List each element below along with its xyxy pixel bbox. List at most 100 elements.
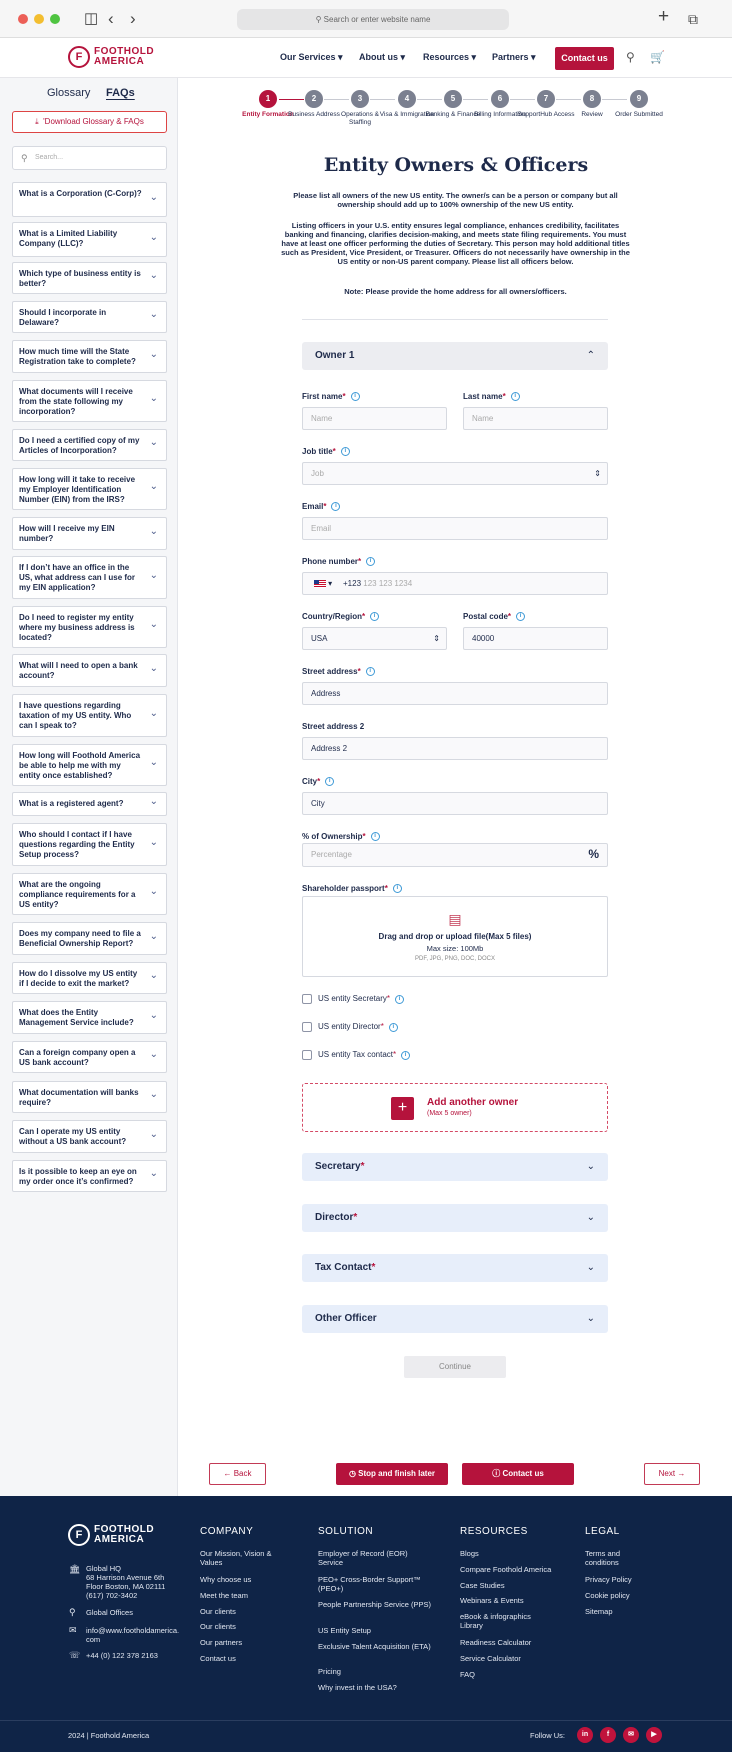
faq-item[interactable]: Does my company need to file a Beneficia…	[12, 922, 167, 955]
faq-item[interactable]: Do I need to register my entity where my…	[12, 606, 167, 648]
owner-1-header[interactable]: Owner 1 ⌃	[302, 342, 608, 370]
footer-link[interactable]: Cookie policy	[585, 1591, 630, 1600]
nav-partners[interactable]: Partners	[492, 52, 536, 63]
city-input[interactable]: City	[302, 792, 608, 815]
country-flag-select[interactable]: ▾	[303, 573, 343, 594]
checkbox[interactable]	[302, 1050, 312, 1060]
info-icon[interactable]: i	[401, 1050, 411, 1060]
tabs-overview-icon[interactable]: ⧉	[688, 10, 698, 28]
cart-icon[interactable]: 🛒	[650, 50, 665, 64]
footer-link[interactable]: Webinars & Events	[460, 1596, 524, 1605]
phone-input[interactable]: ▾ +123 123 123 1234	[302, 572, 608, 595]
section-other-officer[interactable]: Other Officer ⌄	[302, 1305, 608, 1333]
facebook-icon[interactable]: f	[600, 1727, 616, 1743]
faq-item[interactable]: How much time will the State Registratio…	[12, 340, 167, 373]
footer-link[interactable]: Our clients	[200, 1607, 236, 1616]
faq-item[interactable]: How long will Foothold America be able t…	[12, 744, 167, 786]
email-icon[interactable]: ✉	[623, 1727, 639, 1743]
street-address-input[interactable]: Address	[302, 682, 608, 705]
tab-glossary[interactable]: Glossary	[47, 87, 90, 99]
country-select[interactable]: USA ⇕	[302, 627, 447, 650]
footer-link[interactable]: Contact us	[200, 1654, 236, 1663]
section-tax-contact[interactable]: Tax Contact* ⌄	[302, 1254, 608, 1282]
footer-link[interactable]: People Partnership Service (PPS)	[318, 1600, 433, 1609]
youtube-icon[interactable]: ▶	[646, 1727, 662, 1743]
faq-item[interactable]: Do I need a certified copy of my Article…	[12, 429, 167, 461]
footer-link[interactable]: Exclusive Talent Acquisition (ETA)	[318, 1642, 433, 1651]
footer-link[interactable]: Blogs	[460, 1549, 479, 1558]
add-owner-button[interactable]: + Add another owner (Max 5 owner)	[302, 1083, 608, 1132]
faq-item[interactable]: How will I receive my EIN number? ⌄	[12, 517, 167, 550]
info-icon[interactable]: i	[516, 612, 526, 622]
faq-item[interactable]: I have questions regarding taxation of m…	[12, 694, 167, 737]
info-icon[interactable]: i	[365, 667, 375, 677]
step-order-submitted[interactable]: 9 Order Submitted	[609, 90, 669, 119]
footer-link[interactable]: Privacy Policy	[585, 1575, 632, 1584]
header-contact-button[interactable]: Contact us	[555, 47, 614, 70]
info-icon[interactable]: i	[325, 777, 335, 787]
contact-us-button[interactable]: ⓘ Contact us	[462, 1463, 574, 1485]
forward-arrow-icon[interactable]: ›	[130, 10, 136, 28]
continue-button[interactable]: Continue	[404, 1356, 506, 1378]
passport-upload-dropzone[interactable]: ▤ Drag and drop or upload file(Max 5 fil…	[302, 896, 608, 977]
faq-item[interactable]: Is it possible to keep an eye on my orde…	[12, 1160, 167, 1192]
footer-link[interactable]: FAQ	[460, 1670, 475, 1679]
checkbox[interactable]	[302, 994, 312, 1004]
faq-item[interactable]: How long will it take to receive my Empl…	[12, 468, 167, 510]
next-button[interactable]: Next →	[644, 1463, 700, 1485]
brand-logo[interactable]: F FOOTHOLD AMERICA	[68, 46, 154, 68]
back-button[interactable]: ← Back	[209, 1463, 266, 1485]
faq-item[interactable]: What documents will I receive from the s…	[12, 380, 167, 422]
faq-item[interactable]: What is a Corporation (C-Corp)? ⌄	[12, 182, 167, 217]
faq-item[interactable]: Should I incorporate in Delaware? ⌄	[12, 301, 167, 333]
footer-link[interactable]: Employer of Record (EOR) Service	[318, 1549, 433, 1567]
sidebar-toggle-icon[interactable]: ◫	[84, 10, 98, 28]
job-title-select[interactable]: Job ⇕	[302, 462, 608, 485]
footer-link[interactable]: PEO+ Cross-Border Support™ (PEO+)	[318, 1575, 443, 1593]
info-icon[interactable]: i	[388, 1022, 398, 1032]
info-icon[interactable]: i	[350, 392, 360, 402]
faq-item[interactable]: Can I operate my US entity without a US …	[12, 1120, 167, 1153]
footer-link[interactable]: Our Mission, Vision & Values	[200, 1549, 295, 1567]
faq-item[interactable]: Who should I contact if I have questions…	[12, 823, 167, 866]
tab-faqs[interactable]: FAQs	[106, 87, 135, 99]
footer-link[interactable]: Readiness Calculator	[460, 1638, 531, 1647]
footer-email-link[interactable]: info@www.footholdamerica.com	[86, 1626, 182, 1644]
footer-link[interactable]: Our partners	[200, 1638, 242, 1647]
close-window-button[interactable]	[18, 14, 28, 24]
minimize-window-button[interactable]	[34, 14, 44, 24]
faq-item[interactable]: What will I need to open a bank account?…	[12, 654, 167, 687]
info-icon[interactable]: i	[370, 612, 380, 622]
section-secretary[interactable]: Secretary* ⌄	[302, 1153, 608, 1181]
nav-our-services[interactable]: Our Services	[280, 52, 343, 63]
new-tab-icon[interactable]: +	[658, 7, 669, 26]
faq-item[interactable]: Can a foreign company open a US bank acc…	[12, 1041, 167, 1073]
footer-link[interactable]: Sitemap	[585, 1607, 613, 1616]
checkbox[interactable]	[302, 1022, 312, 1032]
checkbox-tax-contact[interactable]: US entity Tax contact* i	[302, 1050, 411, 1060]
email-input[interactable]: Email	[302, 517, 608, 540]
search-icon[interactable]: ⚲	[626, 50, 635, 64]
faq-item[interactable]: What does the Entity Management Service …	[12, 1001, 167, 1034]
faq-item[interactable]: What are the ongoing compliance requirem…	[12, 873, 167, 915]
footer-phone[interactable]: +44 (0) 122 378 2163	[86, 1651, 158, 1660]
footer-link[interactable]: Service Calculator	[460, 1654, 521, 1663]
footer-link[interactable]: Compare Foothold America	[460, 1565, 551, 1574]
footer-link[interactable]: eBook & infographics Library	[460, 1612, 550, 1630]
ownership-input[interactable]: Percentage%	[302, 843, 608, 867]
maximize-window-button[interactable]	[50, 14, 60, 24]
faq-item[interactable]: What is a Limited Liability Company (LLC…	[12, 222, 167, 257]
postal-code-input[interactable]: 40000	[463, 627, 608, 650]
nav-about-us[interactable]: About us	[359, 52, 405, 63]
footer-link[interactable]: Case Studies	[460, 1581, 505, 1590]
info-icon[interactable]: i	[370, 832, 380, 842]
info-icon[interactable]: i	[392, 884, 402, 894]
stop-finish-later-button[interactable]: ◷ Stop and finish later	[336, 1463, 448, 1485]
section-director[interactable]: Director* ⌄	[302, 1204, 608, 1232]
address-bar[interactable]: ⚲ Search or enter website name	[237, 9, 509, 30]
footer-link[interactable]: Meet the team	[200, 1591, 248, 1600]
footer-link[interactable]: Terms and conditions	[585, 1549, 645, 1567]
footer-link[interactable]: US Entity Setup	[318, 1626, 371, 1635]
first-name-input[interactable]: Name	[302, 407, 447, 430]
checkbox-secretary[interactable]: US entity Secretary* i	[302, 994, 405, 1004]
